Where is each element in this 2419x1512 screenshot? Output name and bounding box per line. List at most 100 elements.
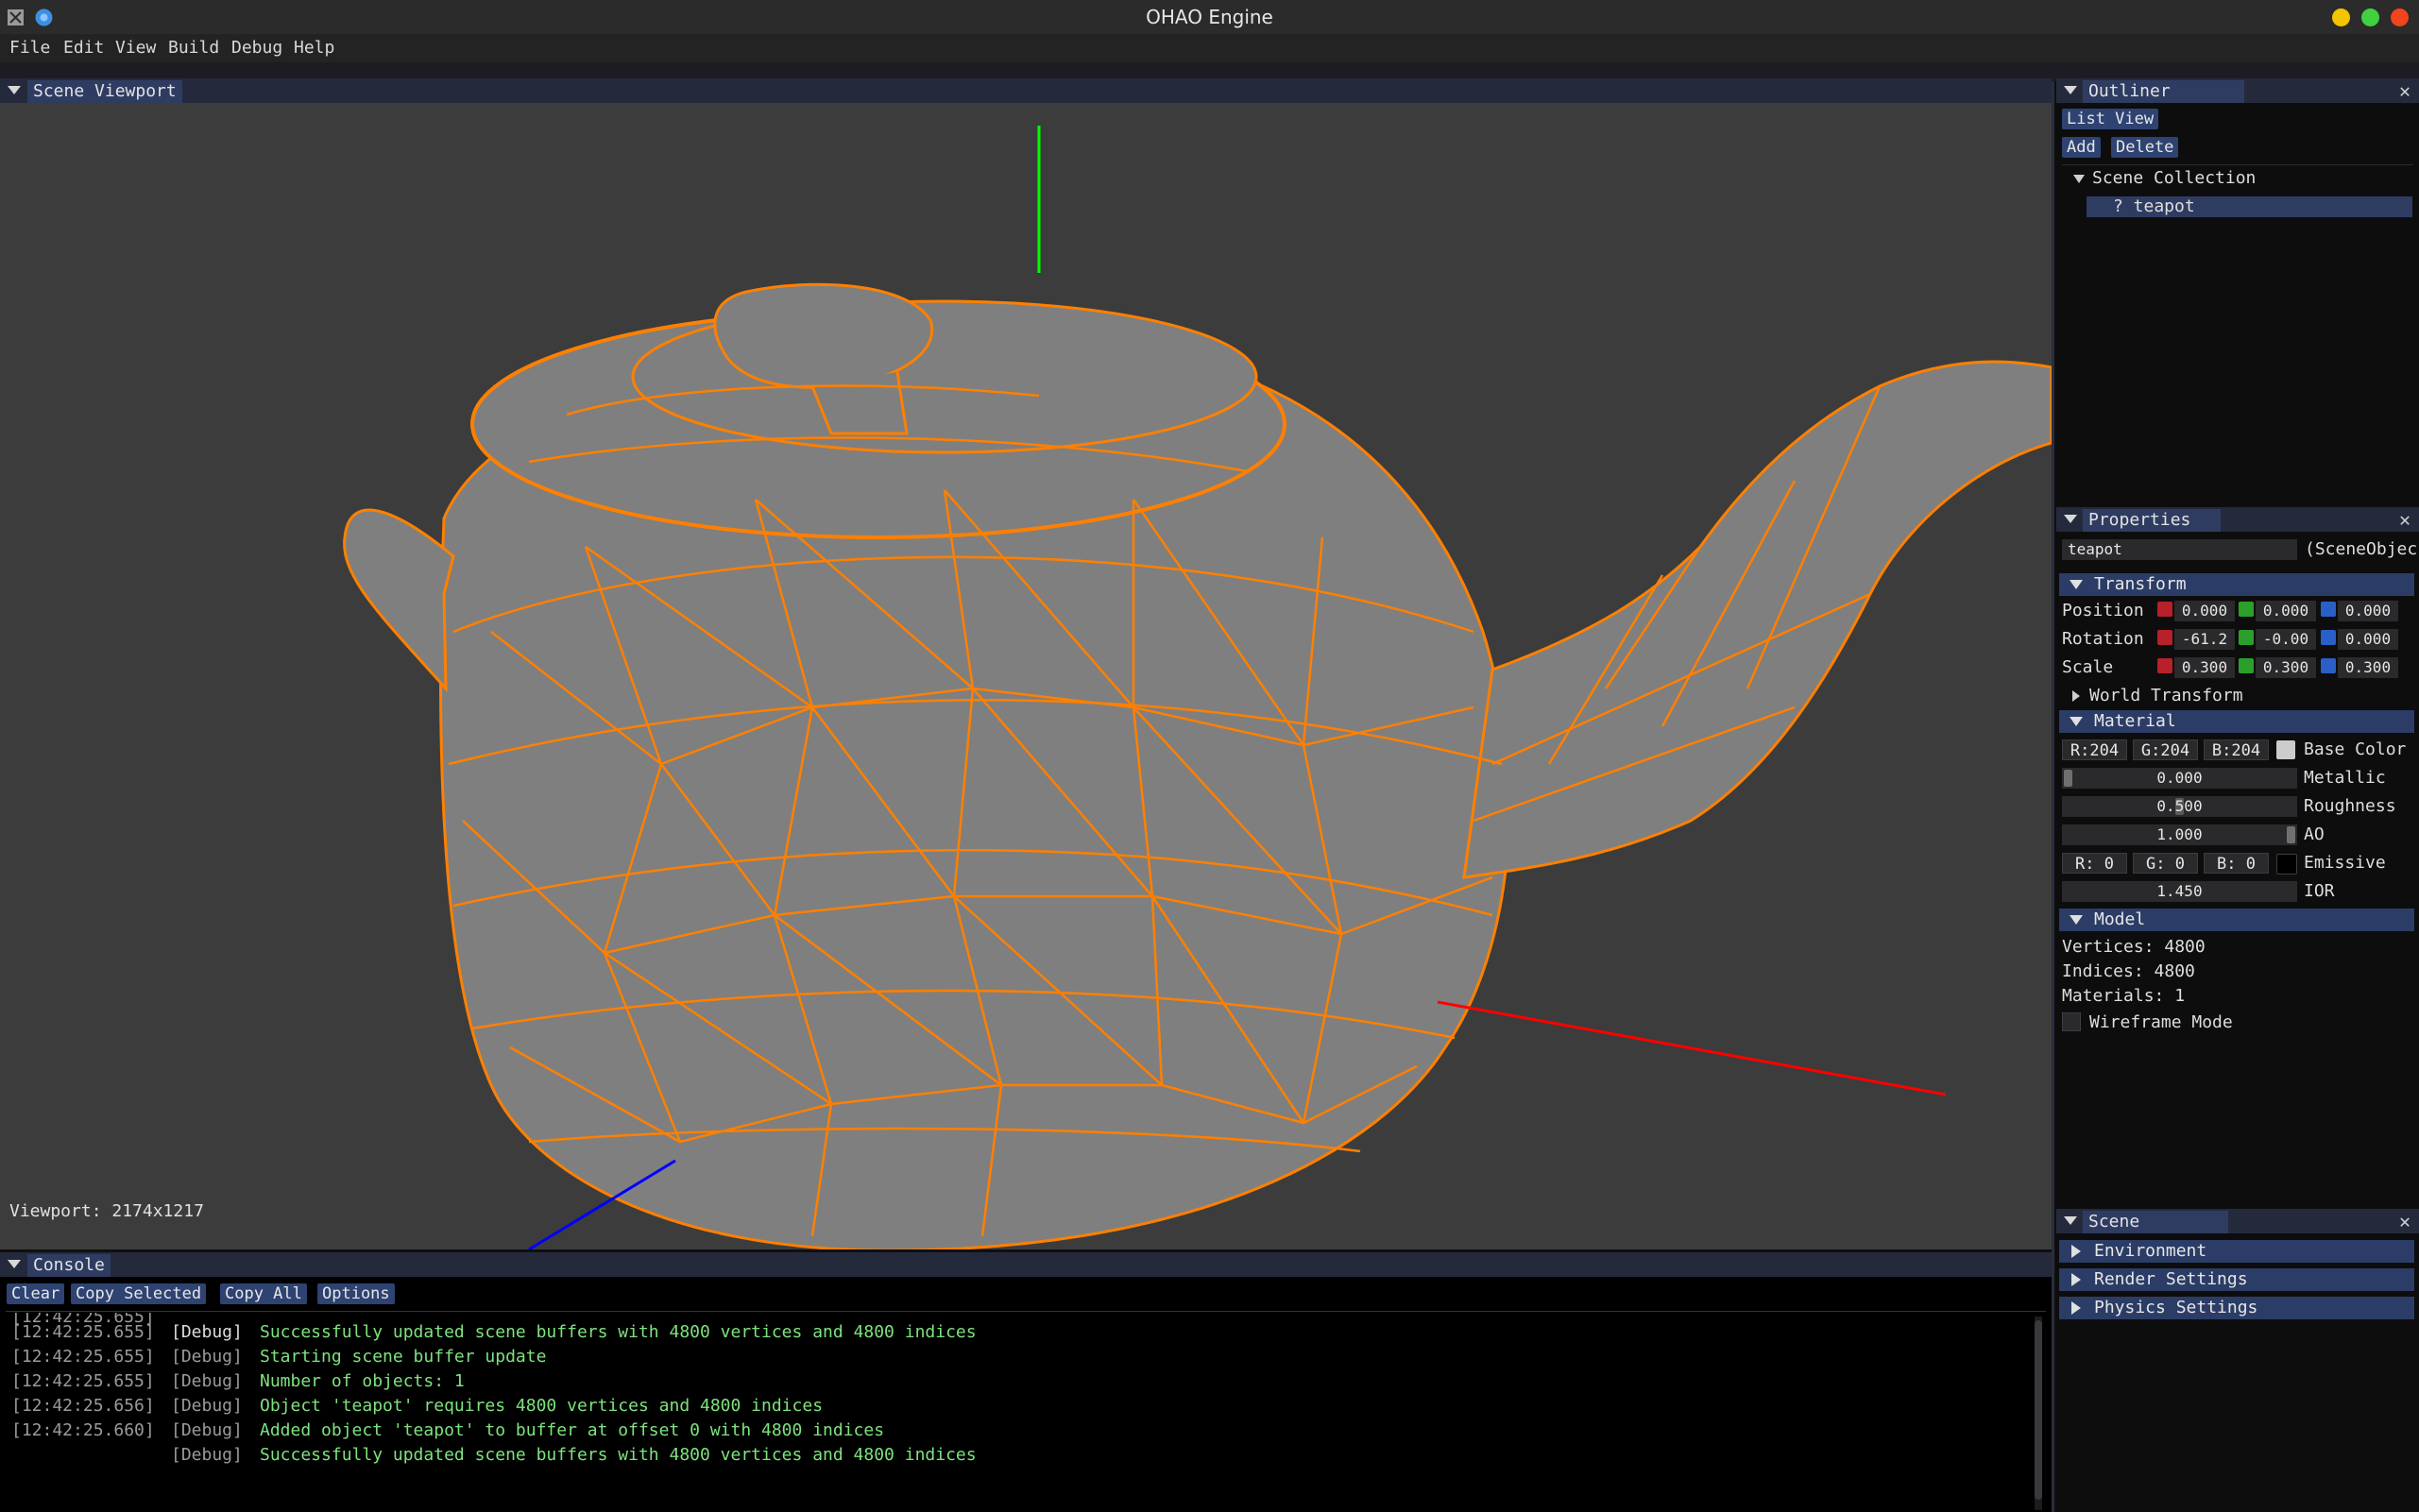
tree-expand-icon[interactable] bbox=[2073, 175, 2085, 183]
viewport-size-label: Viewport: 2174x1217 bbox=[9, 1201, 204, 1221]
tree-root-scene-collection[interactable]: Scene Collection bbox=[2092, 168, 2256, 188]
position-y-field[interactable]: 0.000 bbox=[2256, 601, 2316, 621]
base-color-g[interactable]: G:204 bbox=[2133, 739, 2198, 760]
object-name-field[interactable]: teapot bbox=[2062, 539, 2297, 560]
close-icon[interactable]: ✕ bbox=[2394, 1209, 2415, 1233]
collapse-icon[interactable] bbox=[2064, 1216, 2077, 1225]
close-icon[interactable]: ✕ bbox=[2394, 507, 2415, 532]
rotation-label: Rotation bbox=[2062, 629, 2144, 649]
tree-item-teapot[interactable]: ? teapot bbox=[2087, 196, 2412, 217]
menu-file[interactable]: File bbox=[9, 34, 50, 62]
roughness-slider[interactable]: 0.500 bbox=[2062, 796, 2297, 817]
section-label: Render Settings bbox=[2094, 1269, 2248, 1289]
tab-outliner[interactable]: Outliner bbox=[2083, 80, 2244, 103]
metallic-slider[interactable]: 0.000 bbox=[2062, 768, 2297, 789]
section-label: Model bbox=[2094, 909, 2146, 929]
rotation-y-field[interactable]: -0.00 bbox=[2256, 629, 2316, 650]
world-transform-node[interactable]: World Transform bbox=[2089, 686, 2243, 705]
delete-button[interactable]: Delete bbox=[2111, 137, 2179, 158]
close-icon[interactable]: ✕ bbox=[2394, 78, 2415, 103]
menu-edit[interactable]: Edit bbox=[63, 34, 104, 62]
tab-properties[interactable]: Properties bbox=[2083, 509, 2221, 532]
ior-label: IOR bbox=[2304, 881, 2335, 901]
maximize-button[interactable] bbox=[2361, 8, 2379, 26]
emissive-b[interactable]: B: 0 bbox=[2204, 853, 2269, 874]
transform-section-header[interactable]: Transform bbox=[2059, 573, 2414, 596]
copy-selected-button[interactable]: Copy Selected bbox=[71, 1283, 207, 1304]
window-title: OHAO Engine bbox=[1146, 6, 1273, 28]
wireframe-checkbox[interactable] bbox=[2062, 1012, 2081, 1031]
tab-scene-settings[interactable]: Scene Settings bbox=[2083, 1211, 2228, 1254]
material-section-header[interactable]: Material bbox=[2059, 710, 2414, 733]
base-color-b[interactable]: B:204 bbox=[2204, 739, 2269, 760]
log-level: [Debug] bbox=[171, 1396, 243, 1416]
tab-scene-viewport[interactable]: Scene Viewport bbox=[27, 80, 182, 103]
scale-z-field[interactable]: 0.300 bbox=[2338, 657, 2398, 678]
menu-debug[interactable]: Debug bbox=[231, 34, 282, 62]
base-color-swatch[interactable] bbox=[2276, 740, 2295, 759]
list-view-button[interactable]: List View bbox=[2062, 109, 2159, 129]
collapse-icon[interactable] bbox=[2064, 515, 2077, 523]
emissive-swatch[interactable] bbox=[2276, 854, 2297, 875]
log-level: [Debug] bbox=[171, 1347, 243, 1367]
console-log[interactable]: [12:42:25.655] [12:42:25.655] [Debug] Su… bbox=[0, 1313, 2040, 1511]
emissive-r[interactable]: R: 0 bbox=[2062, 853, 2127, 874]
viewport-header: Scene Viewport bbox=[0, 78, 2052, 103]
render-settings-section[interactable]: Render Settings bbox=[2059, 1268, 2414, 1291]
metallic-value: 0.000 bbox=[2156, 769, 2203, 787]
ao-slider[interactable]: 1.000 bbox=[2062, 824, 2297, 845]
section-label: Material bbox=[2094, 711, 2176, 731]
roughness-value: 0.500 bbox=[2156, 797, 2203, 815]
menu-build[interactable]: Build bbox=[168, 34, 219, 62]
log-message: Object 'teapot' requires 4800 vertices a… bbox=[260, 1396, 824, 1416]
log-level: [Debug] bbox=[171, 1371, 243, 1391]
y-axis-icon bbox=[2239, 658, 2254, 673]
console-scrollbar[interactable] bbox=[2035, 1317, 2042, 1510]
rotation-x-field[interactable]: -61.2 bbox=[2174, 629, 2235, 650]
emissive-g[interactable]: G: 0 bbox=[2133, 853, 2198, 874]
scale-x-field[interactable]: 0.300 bbox=[2174, 657, 2235, 678]
model-section-header[interactable]: Model bbox=[2059, 909, 2414, 931]
scene-viewport[interactable]: Viewport: 2174x1217 bbox=[0, 103, 2052, 1249]
console-header: Console bbox=[0, 1252, 2052, 1277]
scrollbar-thumb[interactable] bbox=[2035, 1320, 2042, 1500]
section-label: Environment bbox=[2094, 1241, 2207, 1261]
dock-splitter[interactable] bbox=[2052, 81, 2054, 1512]
collapse-icon[interactable] bbox=[2064, 86, 2077, 94]
position-z-field[interactable]: 0.000 bbox=[2338, 601, 2398, 621]
expand-icon[interactable] bbox=[2072, 690, 2080, 702]
slider-grab[interactable] bbox=[2064, 770, 2072, 787]
x-axis-icon bbox=[2157, 602, 2172, 617]
ior-field[interactable]: 1.450 bbox=[2062, 881, 2297, 902]
ao-label: AO bbox=[2304, 824, 2325, 844]
menu-view[interactable]: View bbox=[115, 34, 156, 62]
materials-count: Materials: 1 bbox=[2062, 986, 2186, 1006]
add-button[interactable]: Add bbox=[2062, 137, 2101, 158]
x-axis-icon bbox=[2157, 658, 2172, 673]
log-line: [12:42:25.655] bbox=[11, 1322, 155, 1342]
environment-section[interactable]: Environment bbox=[2059, 1240, 2414, 1263]
menu-bar: File Edit View Build Debug Help bbox=[0, 34, 2419, 62]
physics-settings-section[interactable]: Physics Settings bbox=[2059, 1297, 2414, 1319]
menu-help[interactable]: Help bbox=[294, 34, 334, 62]
minimize-button[interactable] bbox=[2332, 8, 2350, 26]
teapot-handle bbox=[343, 508, 455, 692]
copy-all-button[interactable]: Copy All bbox=[220, 1283, 307, 1304]
options-button[interactable]: Options bbox=[317, 1283, 395, 1304]
position-x-field[interactable]: 0.000 bbox=[2174, 601, 2235, 621]
slider-grab[interactable] bbox=[2287, 826, 2295, 843]
collapse-icon[interactable] bbox=[8, 86, 21, 94]
clear-button[interactable]: Clear bbox=[7, 1283, 65, 1304]
divider bbox=[6, 1311, 2046, 1312]
collapse-icon[interactable] bbox=[8, 1260, 21, 1268]
vertices-count: Vertices: 4800 bbox=[2062, 937, 2206, 957]
close-window-button[interactable] bbox=[2391, 8, 2409, 26]
scale-y-field[interactable]: 0.300 bbox=[2256, 657, 2316, 678]
rotation-z-field[interactable]: 0.000 bbox=[2338, 629, 2398, 650]
base-color-r[interactable]: R:204 bbox=[2062, 739, 2127, 760]
roughness-label: Roughness bbox=[2304, 796, 2396, 816]
divider bbox=[2062, 164, 2413, 165]
tab-console[interactable]: Console bbox=[27, 1254, 111, 1277]
log-message: Starting scene buffer update bbox=[260, 1347, 547, 1367]
section-label: Physics Settings bbox=[2094, 1298, 2258, 1317]
